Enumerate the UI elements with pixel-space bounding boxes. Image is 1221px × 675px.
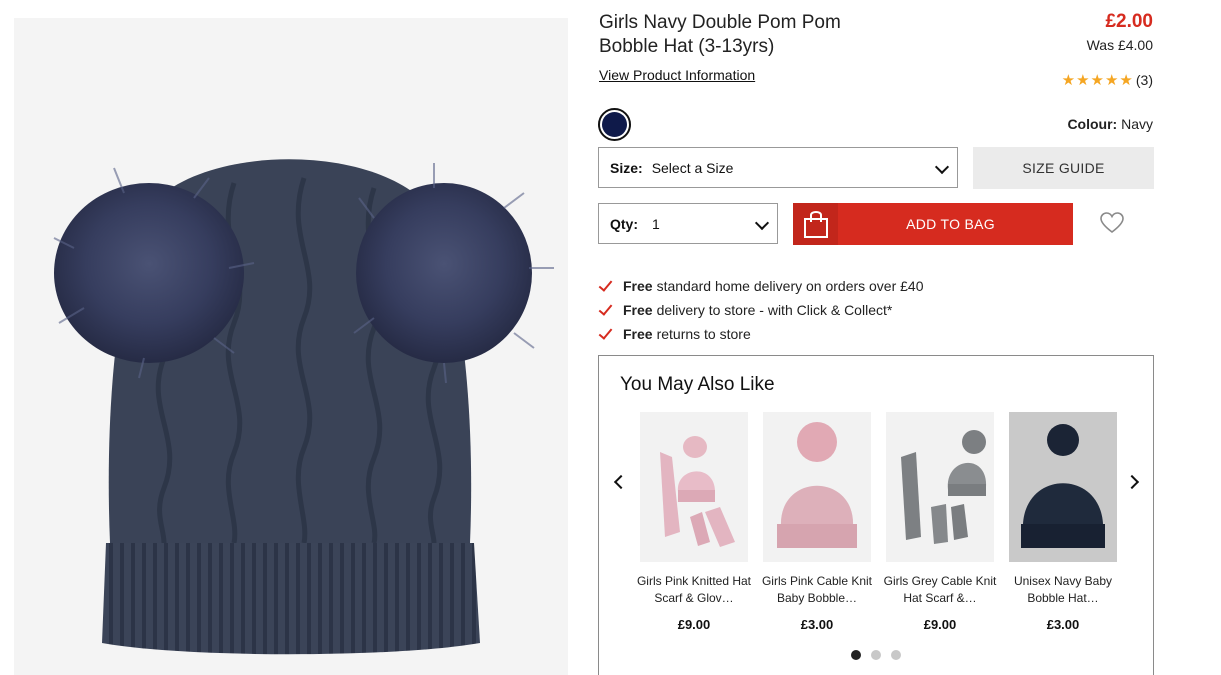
size-label: Size:	[610, 159, 643, 176]
delivery-bold: Free	[623, 278, 653, 294]
chevron-left-icon[interactable]	[613, 474, 629, 490]
recommendation-name: Unisex Navy Baby Bobble Hat…	[1013, 574, 1113, 605]
product-thumbnail	[1009, 412, 1117, 562]
size-guide-button[interactable]: SIZE GUIDE	[973, 147, 1154, 189]
add-to-bag-label: ADD TO BAG	[906, 216, 995, 232]
add-to-bag-button[interactable]: ADD TO BAG	[793, 203, 1073, 245]
quantity-dropdown[interactable]: Qty: 1	[598, 203, 778, 244]
colour-label: Colour:	[1067, 116, 1118, 132]
recommendation-item[interactable]: Unisex Navy Baby Bobble Hat… £3.00	[1009, 412, 1117, 632]
swatch-fill	[602, 112, 627, 137]
delivery-list: Free standard home delivery on orders ov…	[598, 274, 924, 346]
shopping-bag-icon	[793, 203, 838, 245]
product-thumbnail	[640, 412, 748, 562]
chevron-down-icon	[754, 215, 770, 231]
carousel-dot[interactable]	[871, 650, 881, 660]
star-rating-icon: ★★★★★	[1061, 72, 1134, 89]
delivery-item: Free delivery to store - with Click & Co…	[598, 298, 924, 322]
qty-value: 1	[652, 215, 660, 232]
hat-illustration	[53, 159, 554, 655]
carousel-pagination	[851, 650, 901, 660]
check-icon	[598, 324, 613, 340]
recommendation-item[interactable]: Girls Pink Knitted Hat Scarf & Glov… £9.…	[637, 412, 751, 632]
product-thumbnail	[763, 412, 871, 562]
delivery-bold: Free	[623, 326, 653, 342]
recommendation-name: Girls Pink Knitted Hat Scarf & Glov…	[636, 574, 752, 605]
heart-icon[interactable]	[1100, 212, 1124, 234]
colour-value: Navy	[1121, 116, 1153, 132]
product-thumbnail	[886, 412, 994, 562]
delivery-text: standard home delivery on orders over £4…	[656, 278, 924, 294]
delivery-bold: Free	[623, 302, 653, 318]
delivery-item: Free standard home delivery on orders ov…	[598, 274, 924, 298]
recommendation-price: £3.00	[1046, 617, 1080, 632]
check-icon	[598, 300, 613, 316]
recommendation-item[interactable]: Girls Grey Cable Knit Hat Scarf &… £9.00	[884, 412, 996, 632]
delivery-text: delivery to store - with Click & Collect…	[656, 302, 893, 318]
check-icon	[598, 276, 613, 292]
recommendation-price: £9.00	[923, 617, 957, 632]
recommendation-name: Girls Pink Cable Knit Baby Bobble…	[761, 574, 873, 605]
sale-price: £2.00	[1105, 11, 1153, 32]
recommendations-title: You May Also Like	[620, 374, 775, 395]
carousel-dot[interactable]	[891, 650, 901, 660]
delivery-item: Free returns to store	[598, 322, 924, 346]
chevron-down-icon	[934, 159, 950, 175]
recommendations-panel: You May Also Like Girls Pink Knitted Hat…	[598, 355, 1154, 675]
review-count: (3)	[1135, 72, 1153, 88]
qty-label: Qty:	[610, 215, 638, 232]
was-price: Was £4.00	[1086, 37, 1153, 53]
size-value: Select a Size	[651, 159, 734, 176]
recommendation-item[interactable]: Girls Pink Cable Knit Baby Bobble… £3.00	[762, 412, 872, 632]
size-dropdown[interactable]: Size: Select a Size	[598, 147, 958, 188]
product-title: Girls Navy Double Pom Pom Bobble Hat (3-…	[599, 12, 841, 57]
recommendation-name: Girls Grey Cable Knit Hat Scarf &…	[883, 574, 997, 605]
chevron-right-icon[interactable]	[1124, 474, 1140, 490]
recommendation-price: £3.00	[800, 617, 834, 632]
carousel-dot[interactable]	[851, 650, 861, 660]
delivery-text: returns to store	[656, 326, 751, 342]
colour-swatch-navy[interactable]	[598, 108, 631, 141]
product-main-image[interactable]	[14, 18, 568, 675]
view-product-info-link[interactable]: View Product Information	[599, 67, 755, 83]
colour-info: Colour: Navy	[1067, 116, 1153, 132]
rating[interactable]: ★★★★★ (3)	[1062, 71, 1153, 89]
recommendation-price: £9.00	[677, 617, 711, 632]
